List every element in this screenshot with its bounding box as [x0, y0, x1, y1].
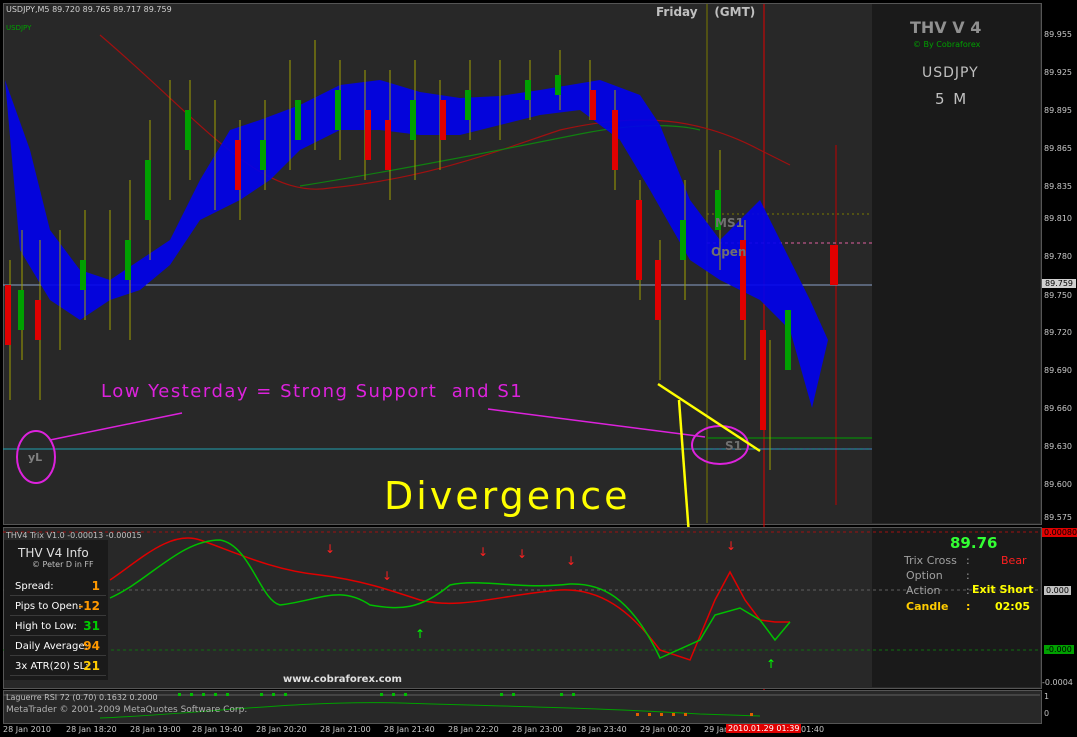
rsi-axis-bottom: 0 [1044, 709, 1050, 718]
current-time-tag: 2010.01.29 01:39 [726, 724, 802, 733]
time-axis: 28 Jan 2010 28 Jan 18:20 28 Jan 19:00 28… [3, 724, 825, 734]
copyright-text: MetaTrader © 2001-2009 MetaQuotes Softwa… [6, 705, 248, 715]
rsi-axis-top: 1 [1044, 692, 1050, 701]
rsi-svg [3, 693, 1040, 719]
mt4-chart-window: USDJPY,M5 89.720 89.765 89.717 89.759 US… [0, 0, 1077, 737]
rsi-header: Laguerre RSI 72 (0.70) 0.1632 0.2000 [6, 693, 158, 702]
